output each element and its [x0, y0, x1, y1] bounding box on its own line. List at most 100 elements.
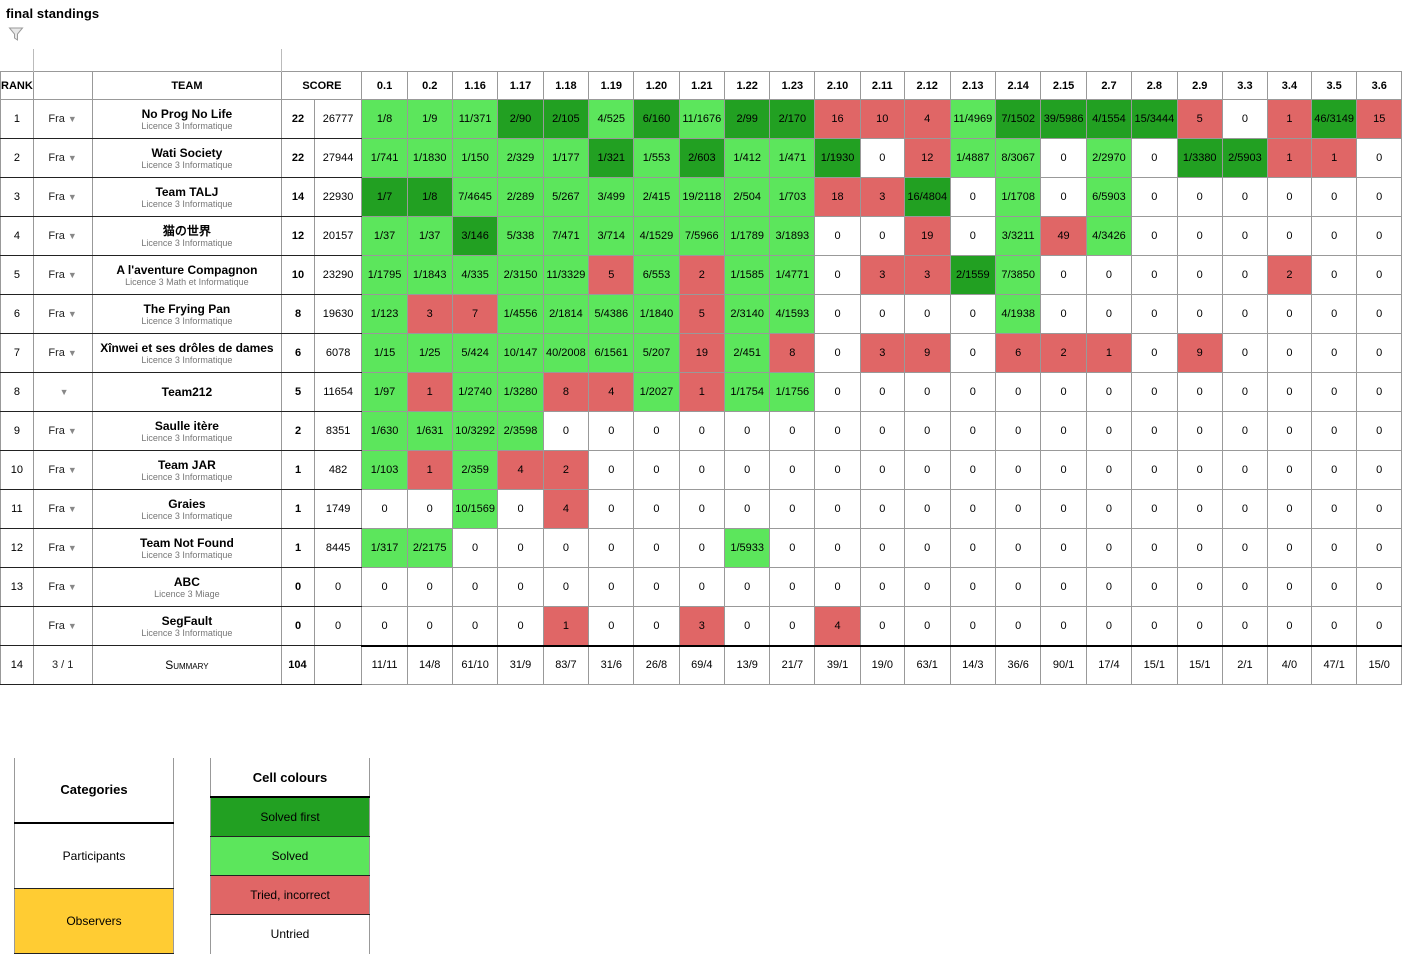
problem-cell-3.4[interactable]: 0 [1267, 567, 1312, 607]
col-problem-0.1[interactable]: 0.1 [361, 71, 408, 100]
problem-cell-1.20[interactable]: 0 [633, 411, 680, 451]
problem-cell-1.22[interactable]: 1/412 [724, 138, 771, 178]
row-affiliation-dropdown[interactable]: Fra ▼ [32, 216, 93, 256]
col-problem-1.16[interactable]: 1.16 [451, 71, 499, 100]
chevron-down-icon[interactable]: ▼ [68, 153, 77, 163]
problem-cell-0.2[interactable]: 0 [406, 489, 453, 529]
problem-cell-2.14[interactable]: 4/1938 [995, 294, 1042, 334]
problem-cell-1.21[interactable]: 0 [678, 567, 726, 607]
problem-cell-2.13[interactable]: 0 [949, 411, 997, 451]
col-problem-2.13[interactable]: 2.13 [949, 71, 997, 100]
problem-cell-2.10[interactable]: 0 [814, 255, 861, 295]
row-affiliation-dropdown[interactable]: Fra ▼ [32, 528, 93, 568]
problem-cell-1.23[interactable]: 0 [769, 450, 816, 490]
problem-cell-2.7[interactable]: 6/5903 [1085, 177, 1133, 217]
col-problem-2.10[interactable]: 2.10 [814, 71, 861, 100]
problem-cell-0.2[interactable]: 1/37 [406, 216, 453, 256]
row-affiliation-dropdown[interactable]: Fra ▼ [32, 489, 93, 529]
problem-cell-2.7[interactable]: 2/2970 [1085, 138, 1133, 178]
row-team[interactable]: A l'aventure Compagnon Licence 3 Math et … [91, 255, 283, 295]
problem-cell-2.8[interactable]: 0 [1131, 177, 1178, 217]
problem-cell-3.6[interactable]: 0 [1356, 255, 1402, 295]
problem-cell-1.20[interactable]: 0 [633, 567, 680, 607]
problem-cell-2.7[interactable]: 0 [1085, 567, 1133, 607]
problem-cell-1.22[interactable]: 2/451 [724, 333, 771, 373]
col-problem-0.2[interactable]: 0.2 [406, 71, 453, 100]
problem-cell-1.17[interactable]: 0 [497, 567, 544, 607]
problem-cell-2.9[interactable]: 0 [1176, 606, 1223, 646]
problem-cell-2.15[interactable]: 0 [1040, 294, 1087, 334]
row-affiliation-dropdown[interactable]: Fra ▼ [32, 294, 93, 334]
problem-cell-1.20[interactable]: 2/415 [633, 177, 680, 217]
problem-cell-2.11[interactable]: 0 [859, 489, 905, 529]
problem-cell-1.16[interactable]: 0 [451, 606, 499, 646]
problem-cell-1.20[interactable]: 5/207 [633, 333, 680, 373]
row-team[interactable]: Graies Licence 3 Informatique [91, 489, 283, 529]
chevron-down-icon[interactable]: ▼ [60, 387, 69, 397]
problem-cell-1.22[interactable]: 0 [724, 567, 771, 607]
problem-cell-2.9[interactable]: 0 [1176, 528, 1223, 568]
problem-cell-2.9[interactable]: 9 [1176, 333, 1223, 373]
problem-cell-1.22[interactable]: 0 [724, 489, 771, 529]
col-problem-2.14[interactable]: 2.14 [995, 71, 1042, 100]
problem-cell-2.7[interactable]: 0 [1085, 372, 1133, 412]
problem-cell-1.18[interactable]: 40/2008 [542, 333, 590, 373]
problem-cell-2.8[interactable]: 0 [1131, 567, 1178, 607]
problem-cell-2.14[interactable]: 0 [995, 450, 1042, 490]
problem-cell-0.1[interactable]: 1/7 [361, 177, 408, 217]
problem-cell-0.2[interactable]: 1/631 [406, 411, 453, 451]
chevron-down-icon[interactable]: ▼ [68, 348, 77, 358]
problem-cell-1.17[interactable]: 2/289 [497, 177, 544, 217]
problem-cell-1.16[interactable]: 1/150 [451, 138, 499, 178]
problem-cell-1.16[interactable]: 7 [451, 294, 499, 334]
problem-cell-1.18[interactable]: 0 [542, 567, 590, 607]
col-problem-2.11[interactable]: 2.11 [859, 71, 905, 100]
problem-cell-2.11[interactable]: 0 [859, 606, 905, 646]
problem-cell-2.14[interactable]: 7/1502 [995, 99, 1042, 139]
row-affiliation-dropdown[interactable]: Fra ▼ [32, 333, 93, 373]
problem-cell-1.17[interactable]: 10/147 [497, 333, 544, 373]
problem-cell-2.8[interactable]: 0 [1131, 216, 1178, 256]
problem-cell-1.21[interactable]: 1 [678, 372, 726, 412]
problem-cell-1.19[interactable]: 0 [588, 411, 635, 451]
problem-cell-1.19[interactable]: 5 [588, 255, 635, 295]
problem-cell-2.14[interactable]: 1/1708 [995, 177, 1042, 217]
problem-cell-1.19[interactable]: 0 [588, 450, 635, 490]
problem-cell-3.4[interactable]: 0 [1267, 294, 1312, 334]
col-problem-3.6[interactable]: 3.6 [1356, 71, 1402, 100]
problem-cell-2.15[interactable]: 39/5986 [1040, 99, 1087, 139]
problem-cell-2.11[interactable]: 3 [859, 177, 905, 217]
problem-cell-2.7[interactable]: 0 [1085, 450, 1133, 490]
problem-cell-3.3[interactable]: 0 [1221, 450, 1269, 490]
row-team[interactable]: Team Not Found Licence 3 Informatique [91, 528, 283, 568]
problem-cell-3.3[interactable]: 0 [1221, 489, 1269, 529]
problem-cell-1.23[interactable]: 2/170 [769, 99, 816, 139]
problem-cell-3.4[interactable]: 0 [1267, 177, 1312, 217]
problem-cell-2.7[interactable]: 4/1554 [1085, 99, 1133, 139]
problem-cell-2.11[interactable]: 0 [859, 372, 905, 412]
problem-cell-0.2[interactable]: 1/1843 [406, 255, 453, 295]
problem-cell-2.8[interactable]: 0 [1131, 333, 1178, 373]
problem-cell-3.5[interactable]: 0 [1310, 411, 1358, 451]
problem-cell-1.17[interactable]: 2/329 [497, 138, 544, 178]
problem-cell-3.6[interactable]: 0 [1356, 294, 1402, 334]
problem-cell-3.6[interactable]: 0 [1356, 528, 1402, 568]
row-team[interactable]: Wati Society Licence 3 Informatique [91, 138, 283, 178]
problem-cell-2.9[interactable]: 0 [1176, 450, 1223, 490]
problem-cell-1.21[interactable]: 19 [678, 333, 726, 373]
problem-cell-3.6[interactable]: 0 [1356, 372, 1402, 412]
problem-cell-2.12[interactable]: 0 [903, 528, 951, 568]
problem-cell-1.19[interactable]: 4 [588, 372, 635, 412]
problem-cell-1.21[interactable]: 7/5966 [678, 216, 726, 256]
problem-cell-3.3[interactable]: 0 [1221, 294, 1269, 334]
problem-cell-1.17[interactable]: 2/90 [497, 99, 544, 139]
problem-cell-1.16[interactable]: 0 [451, 528, 499, 568]
problem-cell-3.6[interactable]: 0 [1356, 333, 1402, 373]
problem-cell-2.12[interactable]: 9 [903, 333, 951, 373]
problem-cell-2.11[interactable]: 10 [859, 99, 905, 139]
problem-cell-3.5[interactable]: 0 [1310, 177, 1358, 217]
problem-cell-1.20[interactable]: 6/553 [633, 255, 680, 295]
problem-cell-1.16[interactable]: 1/2740 [451, 372, 499, 412]
problem-cell-3.4[interactable]: 0 [1267, 528, 1312, 568]
problem-cell-1.19[interactable]: 1/321 [588, 138, 635, 178]
